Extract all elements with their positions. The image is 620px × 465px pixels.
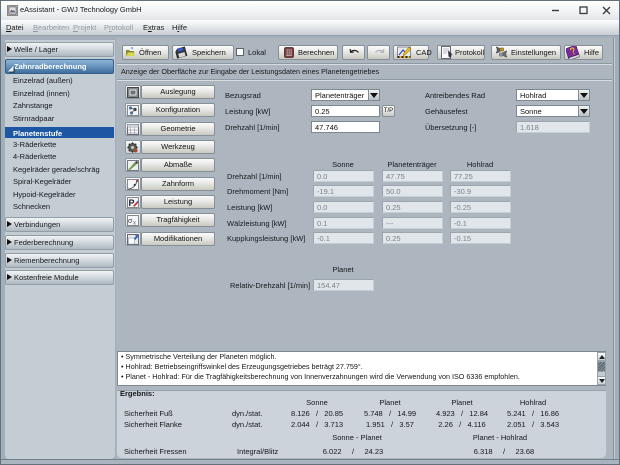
svg-text:x: x — [133, 221, 136, 227]
